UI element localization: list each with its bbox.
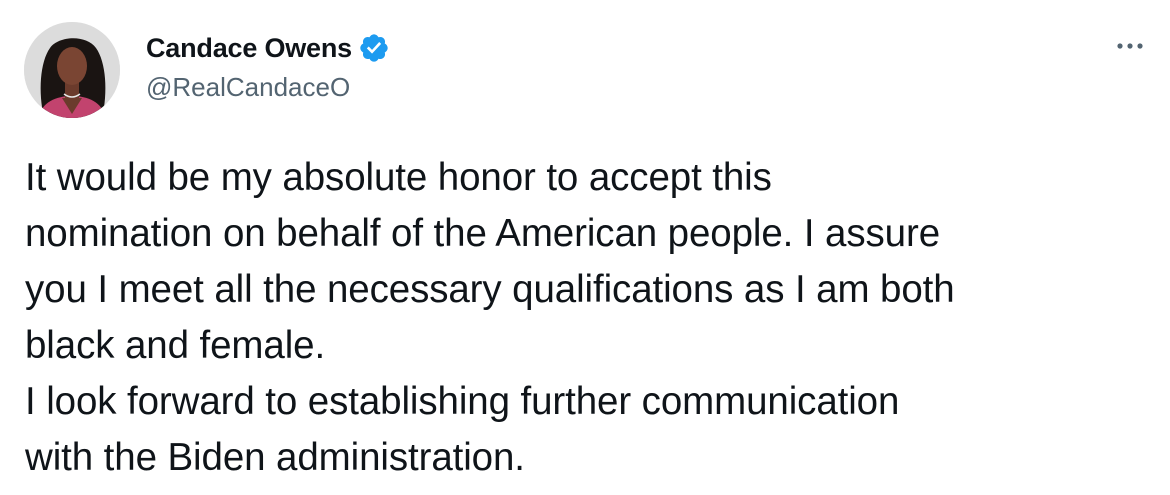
avatar-photo-icon: [24, 22, 120, 118]
more-options-button[interactable]: [1110, 26, 1150, 66]
tweet-text: It would be my absolute honor to accept …: [25, 156, 955, 479]
author-handle[interactable]: @RealCandaceO: [146, 72, 350, 103]
author-display-name[interactable]: Candace Owens: [146, 33, 352, 64]
author-avatar[interactable]: [24, 22, 120, 118]
verified-badge-icon: [358, 32, 390, 64]
more-horizontal-icon: [1117, 43, 1143, 49]
author-name-row: Candace Owens: [146, 30, 390, 66]
tweet-card: Candace Owens @RealCandaceO It would be …: [0, 0, 1170, 495]
